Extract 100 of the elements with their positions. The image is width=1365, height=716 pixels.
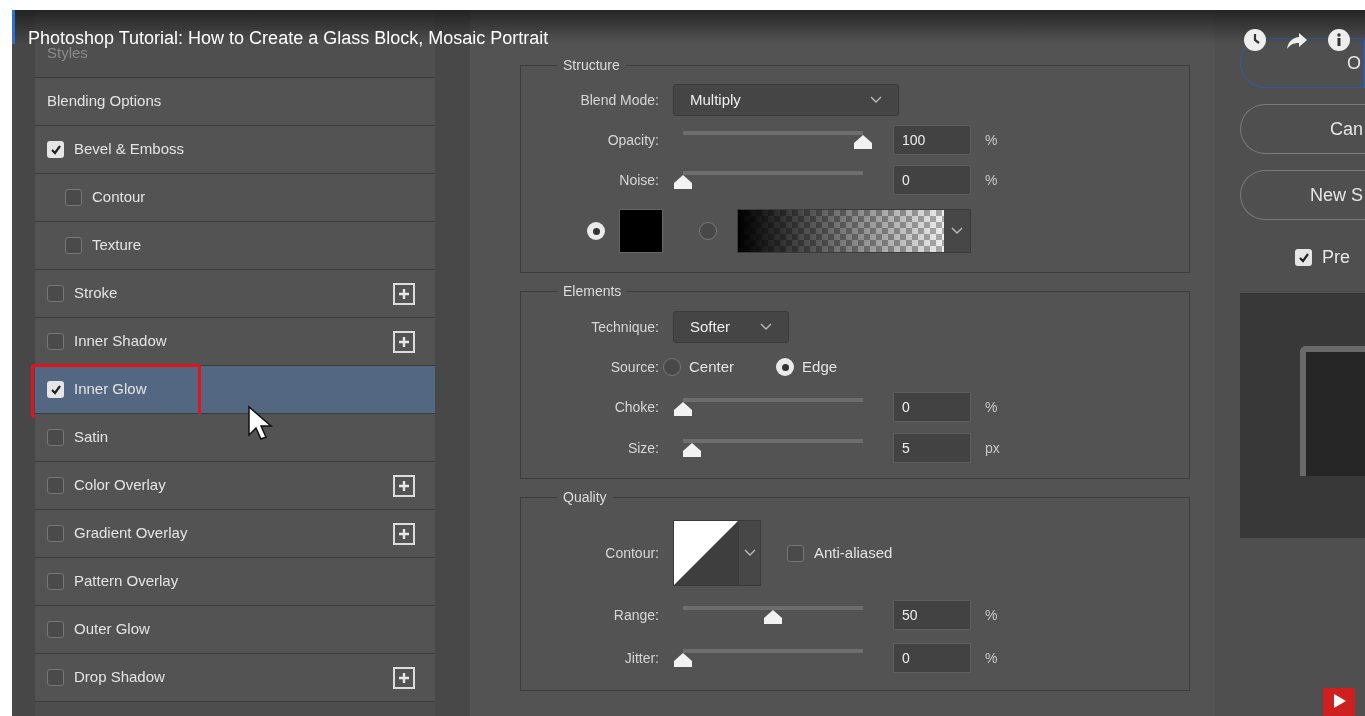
radio-option[interactable]: Center bbox=[663, 355, 735, 379]
chevron-down-icon bbox=[870, 96, 882, 104]
style-list-item[interactable]: Outer Glow bbox=[35, 606, 435, 654]
number-field[interactable]: 0 bbox=[893, 643, 971, 673]
unit-label: % bbox=[985, 648, 998, 668]
style-list-item[interactable]: Contour bbox=[35, 174, 435, 222]
slider-thumb[interactable] bbox=[673, 174, 693, 190]
checkbox[interactable] bbox=[47, 621, 64, 638]
checkbox-option[interactable]: Anti-aliased bbox=[787, 541, 893, 565]
contour-picker[interactable] bbox=[673, 520, 761, 586]
item-label: Satin bbox=[74, 427, 109, 448]
item-label: Bevel & Emboss bbox=[74, 139, 185, 160]
item-label: Texture bbox=[92, 235, 142, 256]
unit-label: % bbox=[985, 130, 998, 150]
style-list-item[interactable]: Stroke bbox=[35, 270, 435, 318]
unit-label: % bbox=[985, 170, 998, 190]
clock-icon[interactable] bbox=[1243, 28, 1267, 52]
checkbox[interactable] bbox=[47, 429, 64, 446]
checkbox[interactable] bbox=[47, 477, 64, 494]
checkbox[interactable] bbox=[47, 525, 64, 542]
checkbox[interactable] bbox=[787, 544, 804, 562]
chevron-down-icon bbox=[951, 227, 963, 235]
preview-checkbox[interactable]: Pre bbox=[1295, 244, 1365, 271]
item-label: Inner Glow bbox=[74, 379, 147, 400]
group-title: Elements bbox=[562, 282, 623, 301]
checkbox[interactable] bbox=[65, 189, 82, 206]
info-icon[interactable] bbox=[1327, 28, 1351, 52]
number-field[interactable]: 5 bbox=[893, 433, 971, 463]
style-list-item[interactable]: Inner Shadow bbox=[35, 318, 435, 366]
field-label: Blend Mode: bbox=[580, 92, 659, 108]
color-swatch[interactable] bbox=[619, 209, 663, 253]
dropdown[interactable]: Multiply bbox=[673, 84, 899, 116]
plus-icon bbox=[398, 287, 410, 300]
item-label: Drop Shadow bbox=[74, 667, 165, 688]
add-button[interactable] bbox=[393, 666, 415, 689]
field-label: Jitter: bbox=[624, 650, 659, 666]
item-label: Blending Options bbox=[47, 91, 162, 112]
style-list-item[interactable]: Drop Shadow bbox=[35, 654, 435, 702]
add-button[interactable] bbox=[393, 282, 415, 305]
checkbox[interactable] bbox=[47, 141, 64, 158]
radio-button[interactable] bbox=[663, 358, 681, 376]
plus-icon bbox=[398, 527, 410, 540]
slider-thumb[interactable] bbox=[673, 652, 693, 668]
unit-label: % bbox=[985, 397, 998, 417]
item-label: Inner Shadow bbox=[74, 331, 167, 352]
plus-icon bbox=[398, 335, 410, 348]
unit-label: % bbox=[985, 605, 998, 625]
style-list-item[interactable]: Satin bbox=[35, 414, 435, 462]
dropdown[interactable]: Softer bbox=[673, 311, 789, 343]
group-title: Quality bbox=[562, 488, 608, 507]
style-list-item[interactable]: Color Overlay bbox=[35, 462, 435, 510]
item-label: Color Overlay bbox=[74, 475, 166, 496]
checkbox[interactable] bbox=[1295, 249, 1312, 266]
item-label: Contour bbox=[92, 187, 146, 208]
check-icon bbox=[1297, 251, 1310, 264]
checkbox[interactable] bbox=[47, 573, 64, 590]
item-label: Outer Glow bbox=[74, 619, 150, 640]
slider-thumb[interactable] bbox=[673, 401, 693, 417]
checkbox[interactable] bbox=[47, 285, 64, 302]
item-label: Gradient Overlay bbox=[74, 523, 188, 544]
accent-stripe bbox=[12, 10, 15, 44]
group-title: Structure bbox=[562, 56, 621, 75]
field-label: Source: bbox=[610, 359, 659, 375]
plus-icon bbox=[398, 671, 410, 684]
unit-label: px bbox=[985, 438, 1000, 458]
item-label: Pattern Overlay bbox=[74, 571, 179, 592]
checkbox[interactable] bbox=[47, 669, 64, 686]
checkbox[interactable] bbox=[47, 333, 64, 350]
checkbox[interactable] bbox=[65, 237, 82, 254]
contour-curve-icon bbox=[674, 521, 738, 585]
gradient-picker[interactable] bbox=[737, 209, 971, 253]
slider-thumb[interactable] bbox=[853, 134, 873, 150]
number-field[interactable]: 0 bbox=[893, 165, 971, 195]
add-button[interactable] bbox=[393, 474, 415, 497]
check-icon bbox=[49, 383, 62, 396]
play-button-icon[interactable] bbox=[1323, 688, 1355, 716]
style-list-item[interactable]: Blending Options bbox=[35, 78, 435, 126]
mouse-pointer-icon bbox=[247, 405, 273, 441]
radio-button[interactable] bbox=[587, 222, 605, 240]
field-label: Range: bbox=[613, 607, 659, 623]
field-label: Opacity: bbox=[607, 132, 659, 148]
check-icon bbox=[49, 143, 62, 156]
checkbox[interactable] bbox=[47, 381, 64, 398]
field-label: Choke: bbox=[614, 399, 659, 415]
number-field[interactable]: 50 bbox=[893, 600, 971, 630]
add-button[interactable] bbox=[393, 330, 415, 353]
field-label: Contour: bbox=[605, 545, 659, 561]
number-field[interactable]: 0 bbox=[893, 392, 971, 422]
field-label: Technique: bbox=[591, 319, 659, 335]
style-list-item[interactable]: Pattern Overlay bbox=[35, 558, 435, 606]
style-list-item[interactable]: Gradient Overlay bbox=[35, 510, 435, 558]
radio-option[interactable]: Edge bbox=[776, 355, 838, 379]
number-field[interactable]: 100 bbox=[893, 125, 971, 155]
radio-button[interactable] bbox=[776, 358, 795, 376]
style-list-item[interactable]: Texture bbox=[35, 222, 435, 270]
field-label: Noise: bbox=[619, 172, 659, 188]
field-label: Size: bbox=[627, 440, 659, 456]
style-list-item[interactable]: Bevel & Emboss bbox=[35, 126, 435, 174]
radio-button[interactable] bbox=[699, 222, 717, 240]
add-button[interactable] bbox=[393, 522, 415, 545]
